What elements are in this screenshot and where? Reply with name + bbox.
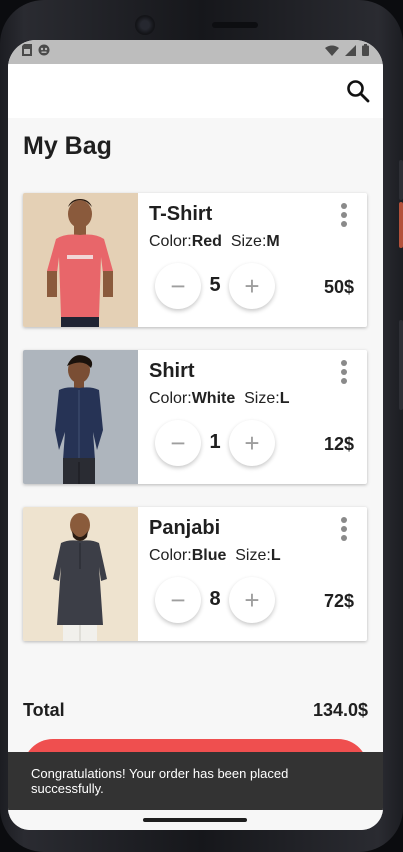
earpiece-speaker — [212, 22, 258, 28]
product-image — [23, 507, 138, 641]
item-menu-button[interactable] — [339, 517, 349, 543]
wifi-icon — [325, 43, 339, 61]
increase-quantity-button[interactable]: + — [229, 420, 275, 466]
page-title: My Bag — [23, 132, 112, 160]
total-value: 134.0$ — [312, 700, 368, 720]
item-price: 50$ — [323, 277, 354, 297]
phone-frame: My Bag T-Shirt Color:Red Size:M − 5 + 50… — [0, 0, 403, 852]
item-name: T-Shirt — [149, 203, 213, 225]
battery-icon — [362, 43, 369, 61]
quantity-value: 5 — [209, 274, 221, 296]
quantity-value: 1 — [209, 431, 221, 453]
signal-icon — [345, 43, 356, 61]
item-attributes: Color:Blue Size:L — [149, 547, 281, 565]
side-button-volume — [399, 320, 403, 410]
side-button-upper — [399, 160, 403, 200]
total-label: Total — [23, 700, 65, 720]
size-value: M — [266, 233, 280, 250]
status-bar — [8, 40, 383, 64]
item-attributes: Color:Red Size:M — [149, 233, 280, 251]
color-value: Blue — [191, 547, 227, 564]
item-price: 72$ — [323, 591, 354, 611]
size-value: L — [279, 390, 290, 407]
size-label: Size: — [235, 547, 271, 564]
search-icon — [347, 80, 370, 103]
phone-top-bezel — [40, 4, 363, 38]
increase-quantity-button[interactable]: + — [229, 263, 275, 309]
size-value: L — [270, 547, 281, 564]
search-button[interactable] — [345, 78, 371, 104]
cart-item-card: Panjabi Color:Blue Size:L − 8 + 72$ — [23, 507, 367, 641]
snackbar-message: Congratulations! Your order has been pla… — [31, 766, 289, 796]
gesture-nav-area — [8, 810, 383, 830]
screen: My Bag T-Shirt Color:Red Size:M − 5 + 50… — [8, 40, 383, 830]
cart-item-card: T-Shirt Color:Red Size:M − 5 + 50$ — [23, 193, 367, 327]
decrease-quantity-button[interactable]: − — [155, 577, 201, 623]
item-attributes: Color:White Size:L — [149, 390, 289, 408]
item-menu-button[interactable] — [339, 203, 349, 229]
color-label: Color: — [149, 390, 192, 407]
size-label: Size: — [230, 233, 267, 250]
item-name: Panjabi — [149, 517, 221, 539]
home-indicator[interactable] — [143, 818, 247, 822]
size-label: Size: — [244, 390, 280, 407]
color-value: White — [191, 390, 236, 407]
quantity-value: 8 — [209, 588, 221, 610]
decrease-quantity-button[interactable]: − — [155, 420, 201, 466]
color-value: Red — [191, 233, 222, 250]
increase-quantity-button[interactable]: + — [229, 577, 275, 623]
color-label: Color: — [149, 547, 192, 564]
snackbar: Congratulations! Your order has been pla… — [8, 752, 383, 810]
product-image — [23, 350, 138, 484]
product-image — [23, 193, 138, 327]
decrease-quantity-button[interactable]: − — [155, 263, 201, 309]
item-menu-button[interactable] — [339, 360, 349, 386]
notification-icon — [38, 43, 50, 61]
side-button-power — [399, 202, 403, 248]
front-camera — [135, 15, 155, 35]
sim-icon — [22, 43, 32, 61]
cart-item-card: Shirt Color:White Size:L − 1 + 12$ — [23, 350, 367, 484]
item-price: 12$ — [323, 434, 354, 454]
app-bar — [8, 64, 383, 118]
color-label: Color: — [149, 233, 192, 250]
item-name: Shirt — [149, 360, 195, 382]
